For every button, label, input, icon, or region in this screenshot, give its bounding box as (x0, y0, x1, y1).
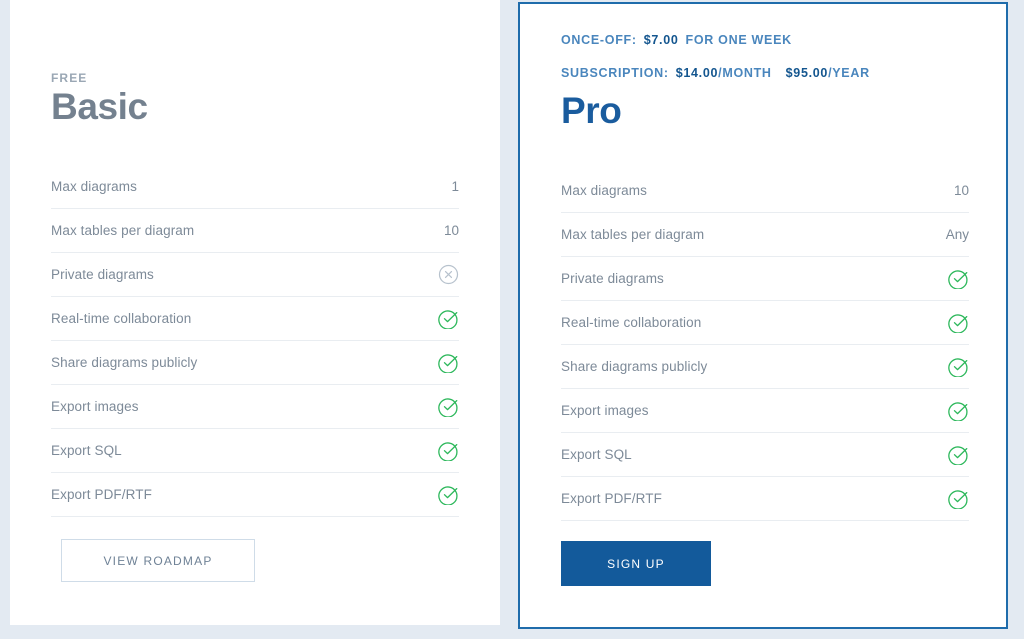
circle-x-icon (437, 264, 459, 286)
price-subscription-label: SUBSCRIPTION: (561, 66, 669, 80)
feature-list-basic: Max diagrams 1 Max tables per diagram 10… (51, 165, 459, 517)
circle-check-icon (947, 488, 969, 510)
plan-title-basic: Basic (51, 86, 148, 127)
table-row: Export images (561, 388, 969, 432)
table-row: Export SQL (561, 432, 969, 476)
table-row: Export PDF/RTF (561, 476, 969, 521)
feature-value: 10 (443, 223, 459, 238)
feature-label: Export PDF/RTF (561, 491, 662, 506)
view-roadmap-button[interactable]: VIEW ROADMAP (61, 539, 255, 582)
feature-label: Export SQL (51, 443, 122, 458)
table-row: Real-time collaboration (51, 296, 459, 340)
feature-label: Export PDF/RTF (51, 487, 152, 502)
price-monthly-amount: $14.00 (675, 66, 719, 80)
circle-check-icon (437, 352, 459, 374)
price-subscription: SUBSCRIPTION: $14.00/MONTH $95.00/YEAR (561, 66, 870, 80)
feature-label: Share diagrams publicly (561, 359, 708, 374)
plan-card-pro-inner: ONCE-OFF: $7.00 FOR ONE WEEK SUBSCRIPTION:… (520, 4, 1006, 627)
price-monthly-suffix: /MONTH (718, 66, 772, 80)
table-row: Max diagrams 10 (561, 169, 969, 212)
feature-label: Max tables per diagram (561, 227, 705, 242)
table-row: Export PDF/RTF (51, 472, 459, 517)
pricing-comparison: FREE Basic Max diagrams 1 Max tables per… (0, 0, 1024, 639)
circle-check-icon (437, 484, 459, 506)
table-row: Private diagrams (561, 256, 969, 300)
feature-label: Private diagrams (51, 267, 154, 282)
circle-check-icon (437, 440, 459, 462)
circle-check-icon (947, 400, 969, 422)
table-row: Export images (51, 384, 459, 428)
feature-label: Export SQL (561, 447, 632, 462)
table-row: Export SQL (51, 428, 459, 472)
feature-value: 1 (451, 179, 459, 194)
price-once-off-suffix: FOR ONE WEEK (685, 33, 792, 47)
plan-card-basic-inner: FREE Basic Max diagrams 1 Max tables per… (10, 0, 500, 625)
table-row: Max tables per diagram 10 (51, 208, 459, 252)
price-once-off-label: ONCE-OFF: (561, 33, 637, 47)
circle-check-icon (947, 356, 969, 378)
circle-check-icon (437, 396, 459, 418)
table-row: Private diagrams (51, 252, 459, 296)
feature-value: 10 (953, 183, 969, 198)
price-yearly-amount: $95.00 (785, 66, 829, 80)
table-row: Max tables per diagram Any (561, 212, 969, 256)
sign-up-button[interactable]: SIGN UP (561, 541, 711, 586)
table-row: Share diagrams publicly (51, 340, 459, 384)
table-row: Real-time collaboration (561, 300, 969, 344)
feature-label: Real-time collaboration (561, 315, 702, 330)
plan-card-basic: FREE Basic Max diagrams 1 Max tables per… (10, 0, 500, 625)
circle-check-icon (947, 312, 969, 334)
feature-label: Max diagrams (561, 183, 647, 198)
table-row: Share diagrams publicly (561, 344, 969, 388)
feature-label: Max diagrams (51, 179, 137, 194)
circle-check-icon (437, 308, 459, 330)
table-row: Max diagrams 1 (51, 165, 459, 208)
circle-check-icon (947, 268, 969, 290)
price-once-off: ONCE-OFF: $7.00 FOR ONE WEEK (561, 33, 792, 47)
feature-label: Export images (561, 403, 649, 418)
price-yearly-suffix: /YEAR (828, 66, 870, 80)
feature-label: Real-time collaboration (51, 311, 192, 326)
feature-label: Private diagrams (561, 271, 664, 286)
plan-eyebrow-free: FREE (51, 71, 88, 85)
circle-check-icon (947, 444, 969, 466)
plan-title-pro: Pro (561, 90, 622, 131)
feature-label: Export images (51, 399, 139, 414)
feature-label: Share diagrams publicly (51, 355, 198, 370)
feature-label: Max tables per diagram (51, 223, 195, 238)
plan-card-pro: ONCE-OFF: $7.00 FOR ONE WEEK SUBSCRIPTION:… (518, 2, 1008, 629)
feature-list-pro: Max diagrams 10 Max tables per diagram A… (561, 169, 969, 521)
feature-value: Any (945, 227, 969, 242)
price-once-off-amount: $7.00 (643, 33, 679, 47)
